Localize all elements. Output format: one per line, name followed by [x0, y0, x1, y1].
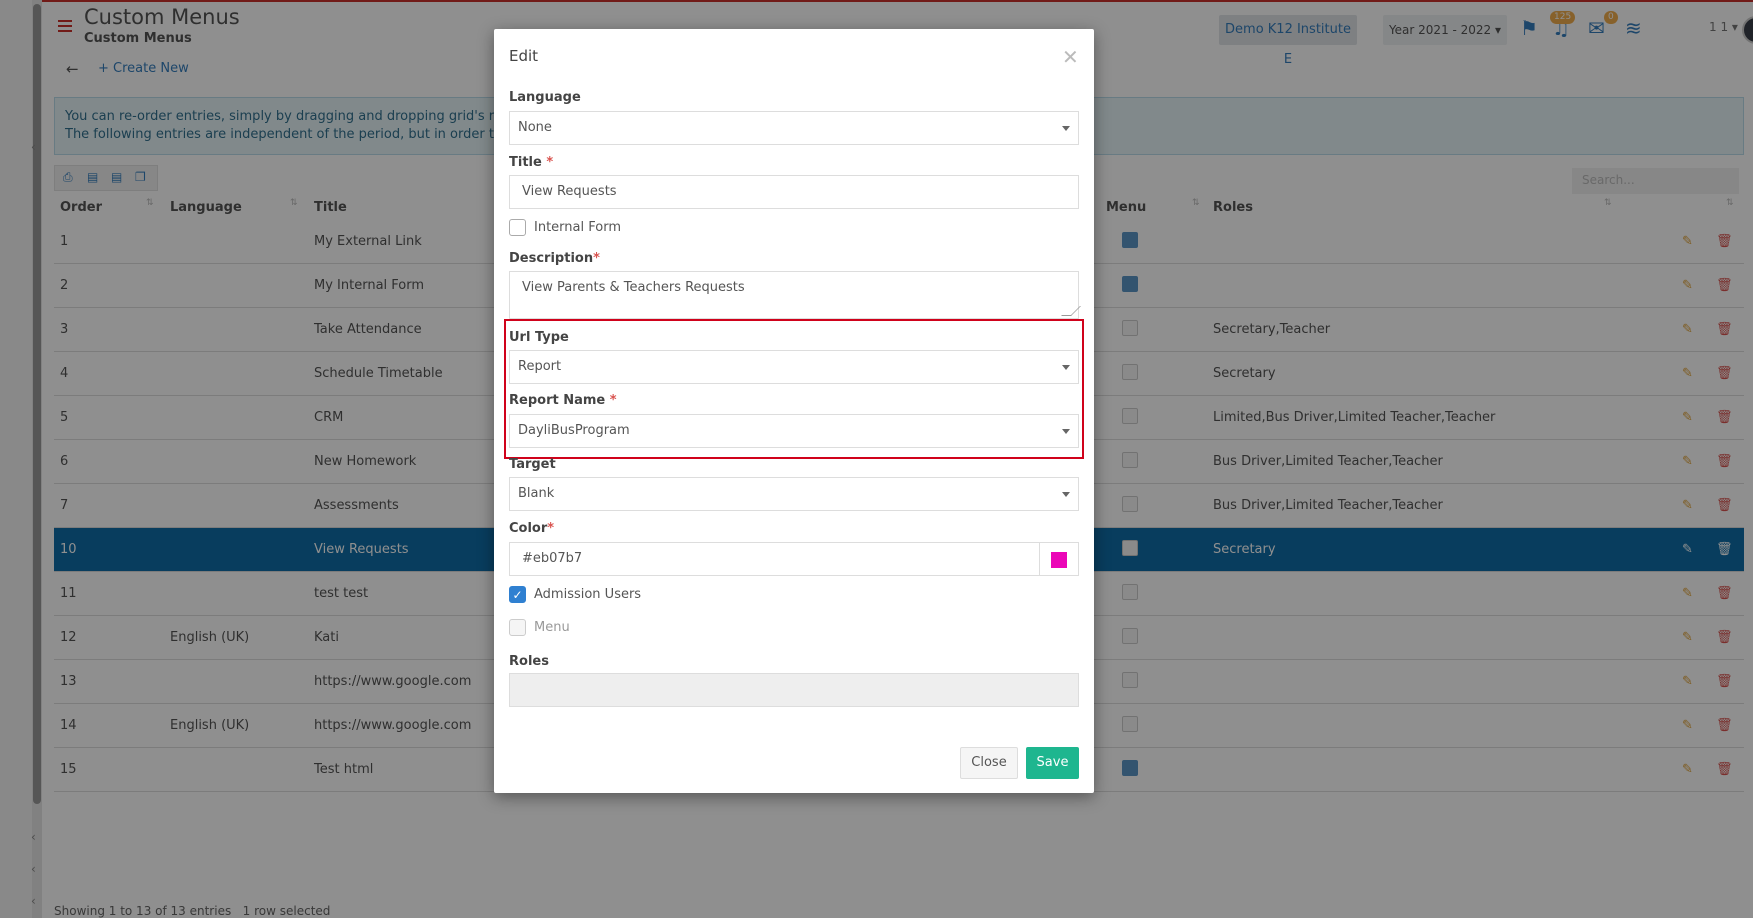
save-button[interactable]: Save — [1026, 747, 1079, 779]
language-label: Language — [509, 90, 581, 105]
chevron-down-icon — [1062, 429, 1070, 434]
report-name-select[interactable]: DayliBusProgram — [509, 414, 1079, 448]
admission-users-checkbox[interactable]: ✓ — [509, 586, 526, 603]
report-name-value: DayliBusProgram — [518, 423, 630, 438]
modal-title: Edit — [509, 47, 539, 65]
target-value: Blank — [518, 486, 555, 501]
chevron-down-icon — [1062, 365, 1070, 370]
required-mark: * — [593, 251, 600, 266]
color-picker[interactable] — [1039, 542, 1079, 576]
internal-form-checkbox[interactable] — [509, 219, 526, 236]
language-value: None — [518, 120, 552, 135]
color-label-text: Color — [509, 521, 548, 536]
target-select[interactable]: Blank — [509, 477, 1079, 511]
menu-label: Menu — [534, 620, 570, 635]
language-select[interactable]: None — [509, 111, 1079, 145]
chevron-down-icon — [1062, 126, 1070, 131]
color-swatch — [1051, 552, 1067, 568]
description-label-text: Description — [509, 251, 594, 266]
required-mark: * — [609, 393, 617, 408]
menu-checkbox — [509, 619, 526, 636]
required-mark: * — [546, 155, 554, 170]
report-name-label: Report Name * — [509, 393, 617, 408]
title-label: Title * — [509, 155, 553, 170]
title-label-text: Title — [509, 155, 542, 170]
required-mark: * — [547, 521, 555, 536]
title-input[interactable]: View Requests — [509, 175, 1079, 209]
color-input[interactable]: #eb07b7 — [509, 542, 1040, 576]
target-label: Target — [509, 457, 556, 472]
url-type-value: Report — [518, 359, 562, 374]
chevron-down-icon — [1062, 492, 1070, 497]
color-label: Color* — [509, 521, 554, 536]
close-button[interactable]: Close — [960, 747, 1018, 779]
description-label: Description* — [509, 251, 600, 266]
edit-modal: Edit ✕ Language None Title * View Reques… — [494, 29, 1094, 793]
description-textarea[interactable]: View Parents & Teachers Requests — [509, 271, 1081, 319]
resize-handle-icon[interactable] — [1061, 306, 1081, 316]
roles-input — [509, 673, 1079, 707]
report-name-label-text: Report Name — [509, 393, 606, 408]
roles-label: Roles — [509, 654, 549, 669]
admission-users-label: Admission Users — [534, 587, 642, 602]
description-value: View Parents & Teachers Requests — [522, 280, 745, 295]
close-icon[interactable]: ✕ — [1062, 45, 1079, 69]
internal-form-label: Internal Form — [534, 220, 621, 235]
url-type-select[interactable]: Report — [509, 350, 1079, 384]
url-type-label: Url Type — [509, 330, 569, 345]
